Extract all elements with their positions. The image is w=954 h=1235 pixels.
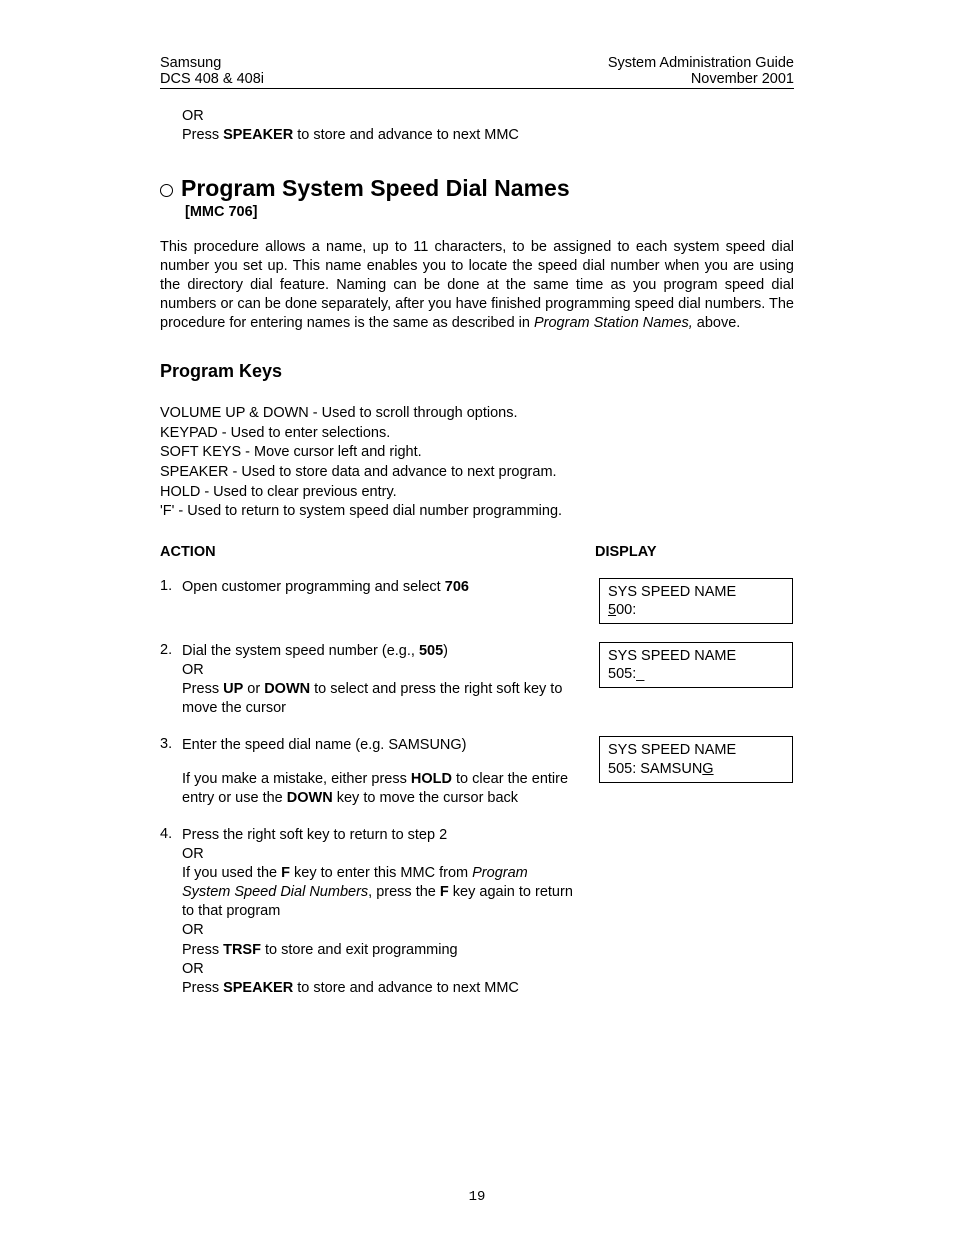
step-3-text-a: Enter the speed dial name (e.g. SAMSUNG) [182, 736, 575, 755]
mmc-code: [MMC 706] [160, 204, 794, 220]
step-2: 2. Dial the system speed number (e.g., 5… [160, 642, 794, 719]
step-1-num: 1. [160, 578, 182, 594]
key-softkeys: SOFT KEYS - Move cursor left and right. [160, 443, 794, 463]
intro-text-b: above. [693, 315, 741, 331]
table-header: ACTION DISPLAY [160, 544, 794, 560]
step-4-f2: F [440, 884, 449, 900]
residual-press: Press [182, 127, 223, 143]
step-1-text: Open customer programming and select [182, 579, 445, 595]
step-4-l3c: key to enter this MMC from [290, 865, 472, 881]
header-doc-title: System Administration Guide [608, 55, 794, 71]
header-model: DCS 408 & 408i [160, 71, 264, 87]
key-f: 'F' - Used to return to system speed dia… [160, 502, 794, 522]
step-4-trsf: TRSF [223, 942, 261, 958]
program-keys-list: VOLUME UP & DOWN - Used to scroll throug… [160, 404, 794, 521]
step-3-text-b1: If you make a mistake, either press [182, 771, 411, 787]
step-4-or3: OR [182, 960, 575, 979]
step-4-speaker: SPEAKER [223, 980, 293, 996]
lcd-display-3: SYS SPEED NAME 505: SAMSUNG [599, 736, 793, 782]
key-speaker: SPEAKER - Used to store data and advance… [160, 463, 794, 483]
residual-speaker: SPEAKER [223, 127, 293, 143]
col-display-header: DISPLAY [595, 544, 794, 560]
step-4-l5c: to store and exit programming [261, 942, 458, 958]
key-volume: VOLUME UP & DOWN - Used to scroll throug… [160, 404, 794, 424]
step-4-l3d: , press the [368, 884, 440, 900]
step-3-text-b3: key to move the cursor back [333, 790, 518, 806]
step-4: 4. Press the right soft key to return to… [160, 826, 794, 998]
lcd3-line2b: G [702, 761, 713, 777]
step-3-hold: HOLD [411, 771, 452, 787]
step-4-line1: Press the right soft key to return to st… [182, 826, 575, 845]
step-4-num: 4. [160, 826, 182, 842]
step-3: 3. Enter the speed dial name (e.g. SAMSU… [160, 736, 794, 807]
lcd3-line2a: 505: SAMSUN [608, 761, 702, 777]
step-1-code: 706 [445, 579, 469, 595]
step-4-f1: F [281, 865, 290, 881]
step-4-l5a: Press [182, 942, 223, 958]
step-2-down: DOWN [264, 681, 310, 697]
step-2-num: 2. [160, 642, 182, 658]
lcd2-line2: 505:_ [608, 665, 784, 683]
circle-bullet-icon [160, 184, 173, 197]
key-hold: HOLD - Used to clear previous entry. [160, 483, 794, 503]
step-2-press: Press [182, 681, 223, 697]
section-heading: Program System Speed Dial Names [181, 175, 570, 202]
residual-or: OR [182, 107, 794, 126]
step-4-l7a: Press [182, 980, 223, 996]
lcd3-line1: SYS SPEED NAME [608, 741, 784, 759]
page-number: 19 [0, 1189, 954, 1205]
residual-rest: to store and advance to next MMC [293, 127, 519, 143]
lcd1-line2b: 00: [616, 602, 636, 618]
step-3-num: 3. [160, 736, 182, 752]
lcd-display-2: SYS SPEED NAME 505:_ [599, 642, 793, 688]
step-2-text-c: ) [443, 643, 448, 659]
step-3-down: DOWN [287, 790, 333, 806]
step-2-text-a: Dial the system speed number (e.g., [182, 643, 419, 659]
step-2-or: OR [182, 661, 575, 680]
step-2-num505: 505 [419, 643, 443, 659]
intro-paragraph: This procedure allows a name, up to 11 c… [160, 238, 794, 334]
header-date: November 2001 [691, 71, 794, 87]
header-brand: Samsung [160, 55, 264, 71]
program-keys-heading: Program Keys [160, 361, 794, 382]
key-keypad: KEYPAD - Used to enter selections. [160, 424, 794, 444]
step-1: 1. Open customer programming and select … [160, 578, 794, 624]
intro-text-italic: Program Station Names, [534, 315, 693, 331]
lcd1-line2a: 5 [608, 602, 616, 618]
col-action-header: ACTION [160, 544, 595, 560]
lcd2-line1: SYS SPEED NAME [608, 647, 784, 665]
step-2-or-word: or [243, 681, 264, 697]
lcd-display-1: SYS SPEED NAME 500: [599, 578, 793, 624]
prev-section-tail: OR Press SPEAKER to store and advance to… [160, 107, 794, 145]
lcd1-line1: SYS SPEED NAME [608, 583, 784, 601]
step-4-or1: OR [182, 845, 575, 864]
step-4-l3a: If you used the [182, 865, 281, 881]
step-2-up: UP [223, 681, 243, 697]
step-4-l7c: to store and advance to next MMC [293, 980, 519, 996]
page-header: Samsung DCS 408 & 408i System Administra… [160, 55, 794, 89]
step-4-or2: OR [182, 921, 575, 940]
